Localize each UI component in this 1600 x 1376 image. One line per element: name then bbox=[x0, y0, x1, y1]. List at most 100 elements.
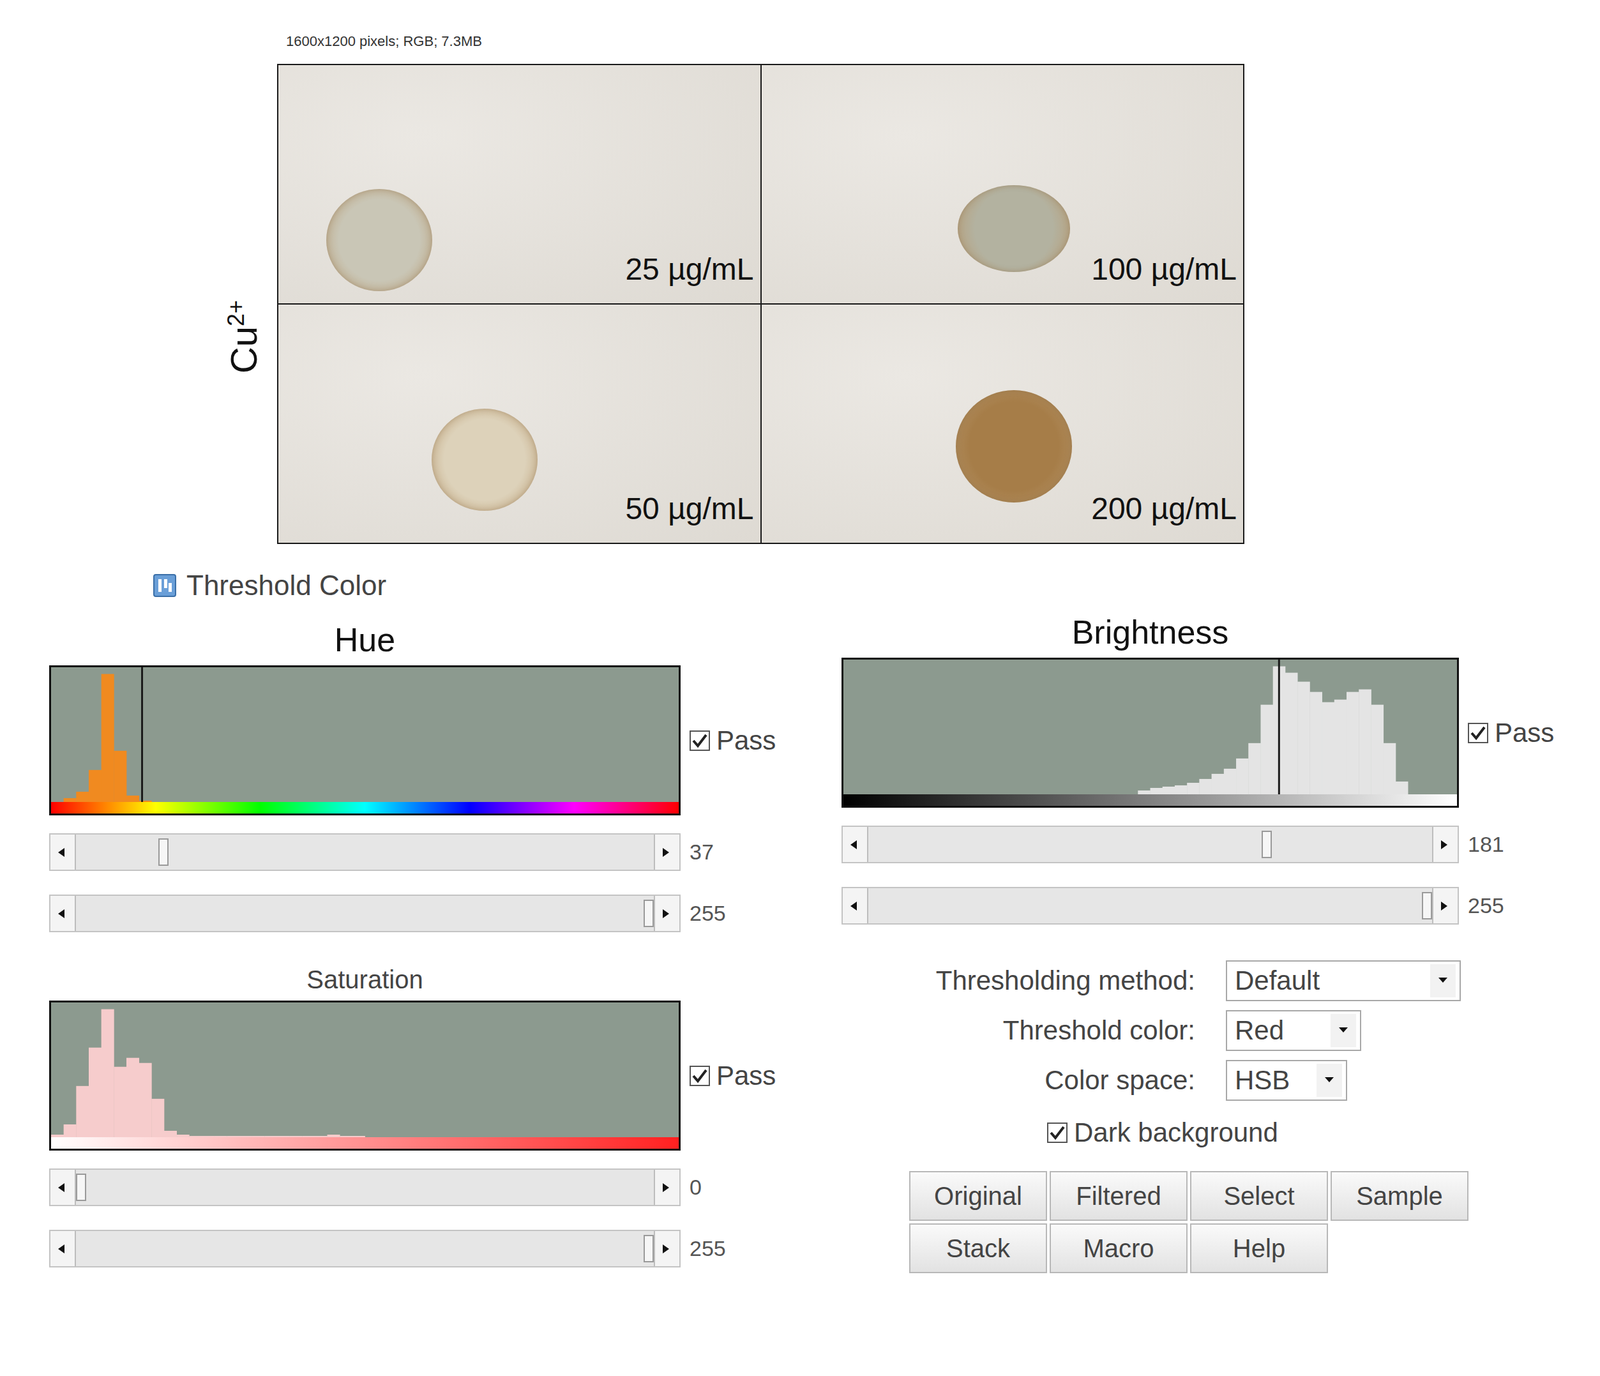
left-column: HuePass37255SaturationPass0255 bbox=[49, 620, 842, 1274]
slider[interactable] bbox=[49, 1168, 681, 1207]
histogram-bar bbox=[164, 1130, 177, 1138]
slider-rail[interactable] bbox=[868, 826, 1433, 862]
dialog-button[interactable]: Select bbox=[1190, 1170, 1329, 1221]
pass-checkbox[interactable]: Pass bbox=[689, 1060, 842, 1092]
histogram-bar bbox=[1334, 699, 1348, 795]
slider-thumb[interactable] bbox=[1421, 891, 1433, 920]
pass-checkbox[interactable]: Pass bbox=[689, 725, 842, 756]
slider[interactable] bbox=[841, 886, 1459, 925]
histogram-bar bbox=[1370, 704, 1384, 795]
sample-spot bbox=[326, 188, 433, 292]
option-dropdown[interactable]: Red bbox=[1225, 1010, 1362, 1051]
histogram bbox=[841, 657, 1459, 808]
histogram-bar bbox=[113, 1066, 127, 1138]
slider-rail[interactable] bbox=[75, 1230, 654, 1267]
slider-thumb[interactable] bbox=[643, 899, 654, 928]
slider[interactable] bbox=[49, 894, 681, 933]
slider-right-button[interactable] bbox=[653, 895, 680, 931]
left-arrow-icon bbox=[849, 900, 861, 912]
checkbox-box[interactable] bbox=[1047, 1122, 1068, 1143]
slider-right-button[interactable] bbox=[1432, 888, 1458, 924]
slider-right-button[interactable] bbox=[653, 1230, 680, 1267]
option-label: Thresholding method: bbox=[841, 965, 1196, 997]
slider-thumb[interactable] bbox=[1261, 830, 1272, 859]
slider-thumb[interactable] bbox=[158, 838, 169, 866]
sample-spot bbox=[957, 185, 1071, 272]
slider-value: 255 bbox=[689, 1236, 842, 1261]
slider[interactable] bbox=[49, 833, 681, 871]
histogram-bar bbox=[1309, 692, 1323, 795]
sample-panel: 25 µg/mL bbox=[278, 65, 761, 304]
slider-value: 255 bbox=[1467, 893, 1600, 919]
color-strip bbox=[51, 1137, 679, 1149]
dialog-button[interactable]: Macro bbox=[1049, 1223, 1188, 1274]
slider-right-button[interactable] bbox=[1432, 826, 1458, 862]
checkbox-box[interactable] bbox=[1467, 722, 1489, 744]
histogram-bar bbox=[101, 1009, 115, 1138]
left-arrow-icon bbox=[56, 846, 69, 859]
slider-left-button[interactable] bbox=[50, 834, 76, 870]
slider-rail[interactable] bbox=[75, 1169, 654, 1205]
right-column: BrightnessPass181255Thresholding method:… bbox=[841, 620, 1600, 1274]
histogram-bar bbox=[1322, 702, 1336, 795]
histogram-chart bbox=[51, 667, 679, 802]
photo-column: 1600x1200 pixels; RGB; 7.3MB25 µg/mL100 … bbox=[277, 33, 1245, 544]
histogram-bar bbox=[139, 1063, 152, 1138]
left-arrow-icon bbox=[56, 1243, 69, 1255]
histogram-bar bbox=[1174, 785, 1188, 795]
slider-rail[interactable] bbox=[868, 888, 1433, 924]
histogram-bar bbox=[1211, 773, 1225, 795]
histogram-bar bbox=[151, 1098, 165, 1138]
down-arrow-icon bbox=[1323, 1074, 1336, 1087]
histogram bbox=[49, 665, 681, 816]
sample-label: 25 µg/mL bbox=[625, 251, 754, 287]
slider-left-button[interactable] bbox=[50, 895, 76, 931]
histogram-bar bbox=[1199, 778, 1212, 795]
histogram-bar bbox=[113, 750, 127, 802]
dropdown-arrow bbox=[1316, 1063, 1343, 1097]
slider-thumb[interactable] bbox=[643, 1234, 654, 1263]
option-dropdown[interactable]: Default bbox=[1225, 960, 1461, 1002]
dialog-button[interactable]: Original bbox=[909, 1170, 1048, 1221]
pass-checkbox[interactable]: Dark background bbox=[1047, 1117, 1600, 1148]
slider-right-button[interactable] bbox=[653, 1169, 680, 1205]
histogram-bar bbox=[126, 1057, 140, 1138]
slider-right-button[interactable] bbox=[653, 834, 680, 870]
slider-rail[interactable] bbox=[75, 834, 654, 870]
histogram-bar bbox=[75, 791, 89, 802]
slider[interactable] bbox=[49, 1229, 681, 1268]
slider-left-button[interactable] bbox=[50, 1230, 76, 1267]
ion-label-box: Cu2+ bbox=[210, 33, 278, 544]
histogram-bar bbox=[1260, 704, 1274, 795]
dialog-button[interactable]: Filtered bbox=[1049, 1170, 1188, 1221]
dropdown-arrow bbox=[1430, 964, 1456, 998]
check-icon bbox=[691, 732, 709, 749]
right-arrow-icon bbox=[661, 846, 673, 859]
histogram-bar bbox=[1150, 787, 1164, 795]
slider-left-button[interactable] bbox=[842, 888, 869, 924]
option-dropdown[interactable]: HSB bbox=[1225, 1059, 1348, 1101]
sample-label: 100 µg/mL bbox=[1091, 251, 1237, 287]
options: Thresholding method:DefaultThreshold col… bbox=[841, 960, 1600, 1101]
slider-value: 0 bbox=[689, 1174, 842, 1200]
slider-left-button[interactable] bbox=[50, 1169, 76, 1205]
slider-thumb[interactable] bbox=[75, 1173, 87, 1201]
dark-background-row: Dark background bbox=[841, 1117, 1600, 1148]
slider-rail[interactable] bbox=[75, 895, 654, 931]
slider[interactable] bbox=[841, 825, 1459, 864]
pass-checkbox[interactable]: Pass bbox=[1467, 717, 1600, 749]
checkbox-box[interactable] bbox=[689, 1065, 710, 1087]
right-arrow-icon bbox=[1439, 900, 1452, 912]
sample-panel: 100 µg/mL bbox=[761, 65, 1244, 304]
saturation-channel: SaturationPass0255 bbox=[49, 965, 842, 1268]
slider-left-button[interactable] bbox=[842, 826, 869, 862]
histogram-bar bbox=[1248, 743, 1261, 795]
histogram-bar bbox=[1186, 782, 1200, 795]
dialog-button[interactable]: Stack bbox=[909, 1223, 1048, 1274]
dialog-button[interactable]: Sample bbox=[1330, 1170, 1469, 1221]
checkbox-box[interactable] bbox=[689, 730, 710, 751]
dialog-button[interactable]: Help bbox=[1190, 1223, 1329, 1274]
histogram-bar bbox=[1346, 692, 1360, 795]
check-icon bbox=[691, 1067, 709, 1085]
left-arrow-icon bbox=[56, 1181, 69, 1194]
